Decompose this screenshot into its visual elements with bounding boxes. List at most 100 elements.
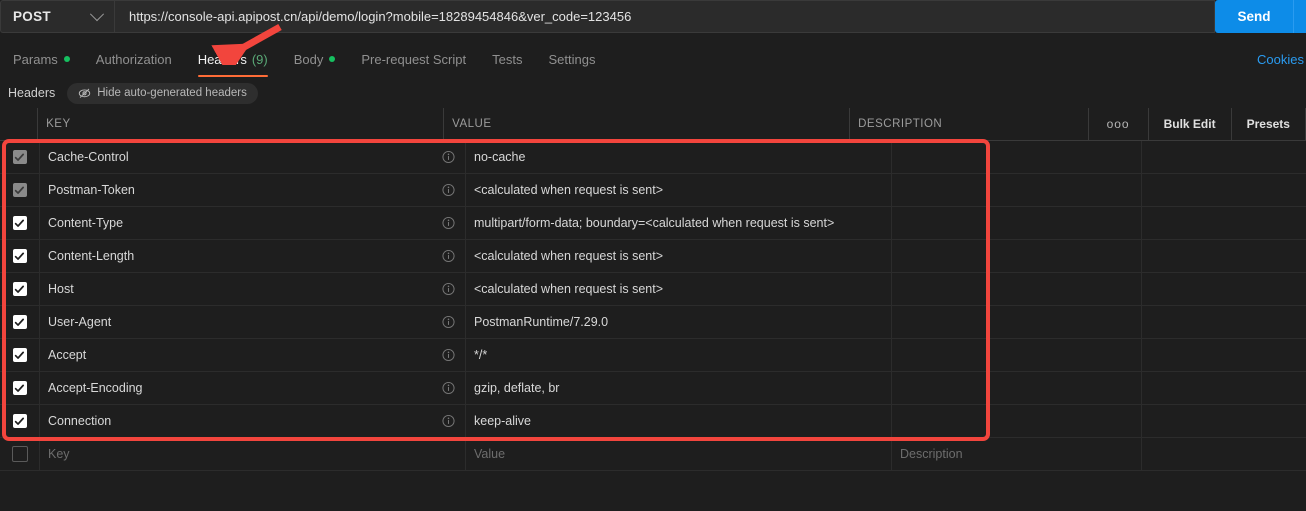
row-key-cell[interactable]: Content-Length xyxy=(40,240,466,272)
row-checkbox[interactable] xyxy=(12,249,27,263)
row-checkbox[interactable] xyxy=(12,150,27,164)
row-description-cell[interactable] xyxy=(892,306,1142,338)
tab-params[interactable]: Params xyxy=(0,41,83,77)
table-row[interactable]: Content-Length <calculated when request i… xyxy=(0,240,1306,273)
new-row-key-input[interactable]: Key xyxy=(40,438,466,470)
new-row-description-input[interactable]: Description xyxy=(892,438,1142,470)
new-row-key-placeholder: Key xyxy=(48,447,70,461)
row-key-cell[interactable]: Content-Type xyxy=(40,207,466,239)
row-key-text: Host xyxy=(48,282,74,296)
tab-settings[interactable]: Settings xyxy=(535,41,608,77)
presets-button[interactable]: Presets xyxy=(1232,108,1306,140)
row-description-cell[interactable] xyxy=(892,174,1142,206)
eye-slash-icon xyxy=(78,88,91,99)
row-key-cell[interactable]: Connection xyxy=(40,405,466,437)
chevron-down-icon xyxy=(89,6,105,21)
table-row[interactable]: User-Agent PostmanRuntime/7.29.0 xyxy=(0,306,1306,339)
table-row[interactable]: Host <calculated when request is sent> xyxy=(0,273,1306,306)
row-key-cell[interactable]: User-Agent xyxy=(40,306,466,338)
row-value-cell[interactable]: multipart/form-data; boundary=<calculate… xyxy=(466,207,892,239)
new-row-tools xyxy=(1142,438,1306,470)
ellipsis-icon[interactable]: ooo xyxy=(1089,108,1149,140)
row-key-cell[interactable]: Accept-Encoding xyxy=(40,372,466,404)
row-value-cell[interactable]: <calculated when request is sent> xyxy=(466,240,892,272)
tab-authorization-label: Authorization xyxy=(95,51,172,67)
bulk-edit-button[interactable]: Bulk Edit xyxy=(1149,108,1232,140)
url-input[interactable]: https://console-api.apipost.cn/api/demo/… xyxy=(114,0,1215,33)
info-icon[interactable] xyxy=(442,414,455,428)
row-value-text: <calculated when request is sent> xyxy=(474,249,664,263)
method-label: POST xyxy=(13,9,51,24)
tab-tests-label: Tests xyxy=(492,51,523,67)
url-text: https://console-api.apipost.cn/api/demo/… xyxy=(129,9,632,24)
row-checkbox-cell xyxy=(0,339,40,371)
row-key-text: Connection xyxy=(48,414,112,428)
row-key-cell[interactable]: Host xyxy=(40,273,466,305)
table-row[interactable]: Accept-Encoding gzip, deflate, br xyxy=(0,372,1306,405)
hide-auto-generated-headers-button[interactable]: Hide auto-generated headers xyxy=(67,82,258,104)
row-key-cell[interactable]: Cache-Control xyxy=(40,141,466,173)
row-checkbox[interactable] xyxy=(12,183,27,197)
tab-params-label: Params xyxy=(13,51,58,67)
info-icon[interactable] xyxy=(442,315,455,329)
info-icon[interactable] xyxy=(442,348,455,362)
table-row[interactable]: Content-Type multipart/form-data; boundar… xyxy=(0,207,1306,240)
cookies-link[interactable]: Cookies xyxy=(1257,41,1306,77)
row-value-cell[interactable]: no-cache xyxy=(466,141,892,173)
row-value-cell[interactable]: keep-alive xyxy=(466,405,892,437)
row-checkbox[interactable] xyxy=(12,414,27,428)
new-row-value-input[interactable]: Value xyxy=(466,438,892,470)
row-value-text: gzip, deflate, br xyxy=(474,381,560,395)
tab-headers[interactable]: Headers (9) xyxy=(185,41,281,77)
row-description-cell[interactable] xyxy=(892,207,1142,239)
tab-body[interactable]: Body xyxy=(281,41,349,77)
row-tools xyxy=(1142,372,1306,404)
table-row[interactable]: Connection keep-alive xyxy=(0,405,1306,438)
row-checkbox[interactable] xyxy=(12,216,27,230)
row-checkbox[interactable] xyxy=(12,315,27,329)
row-value-cell[interactable]: gzip, deflate, br xyxy=(466,372,892,404)
tab-body-label: Body xyxy=(293,51,324,67)
send-button[interactable]: Send xyxy=(1215,0,1293,33)
info-icon[interactable] xyxy=(442,381,455,395)
row-description-cell[interactable] xyxy=(892,405,1142,437)
column-header-value: VALUE xyxy=(444,108,851,140)
row-description-cell[interactable] xyxy=(892,141,1142,173)
info-icon[interactable] xyxy=(442,216,455,230)
row-description-cell[interactable] xyxy=(892,372,1142,404)
info-icon[interactable] xyxy=(442,183,455,197)
row-description-cell[interactable] xyxy=(892,240,1142,272)
row-checkbox[interactable] xyxy=(12,282,27,296)
row-key-text: Content-Type xyxy=(48,216,124,230)
table-row[interactable]: Postman-Token <calculated when request is… xyxy=(0,174,1306,207)
new-header-row[interactable]: Key Value Description xyxy=(0,438,1306,471)
method-selector[interactable]: POST xyxy=(0,0,114,33)
info-icon[interactable] xyxy=(442,282,455,296)
select-all-cell xyxy=(0,108,39,140)
tab-authorization[interactable]: Authorization xyxy=(83,41,185,77)
tab-tests[interactable]: Tests xyxy=(479,41,535,77)
row-tools xyxy=(1142,339,1306,371)
row-description-cell[interactable] xyxy=(892,339,1142,371)
info-icon[interactable] xyxy=(442,249,455,263)
new-row-description-placeholder: Description xyxy=(900,447,963,461)
row-value-cell[interactable]: <calculated when request is sent> xyxy=(466,273,892,305)
row-tools xyxy=(1142,306,1306,338)
info-icon[interactable] xyxy=(442,150,455,164)
row-key-text: Accept-Encoding xyxy=(48,381,143,395)
row-value-cell[interactable]: PostmanRuntime/7.29.0 xyxy=(466,306,892,338)
row-checkbox[interactable] xyxy=(12,381,27,395)
row-value-cell[interactable]: */* xyxy=(466,339,892,371)
column-header-description: DESCRIPTION xyxy=(850,108,1089,140)
row-value-cell[interactable]: <calculated when request is sent> xyxy=(466,174,892,206)
table-row[interactable]: Cache-Control no-cache xyxy=(0,141,1306,174)
table-row[interactable]: Accept */* xyxy=(0,339,1306,372)
row-key-cell[interactable]: Accept xyxy=(40,339,466,371)
tab-pre-request-script[interactable]: Pre-request Script xyxy=(348,41,479,77)
send-options-button[interactable] xyxy=(1293,0,1306,33)
row-description-cell[interactable] xyxy=(892,273,1142,305)
row-checkbox[interactable] xyxy=(12,348,27,362)
row-key-cell[interactable]: Postman-Token xyxy=(40,174,466,206)
new-row-checkbox[interactable] xyxy=(11,446,28,462)
row-value-text: <calculated when request is sent> xyxy=(474,183,664,197)
